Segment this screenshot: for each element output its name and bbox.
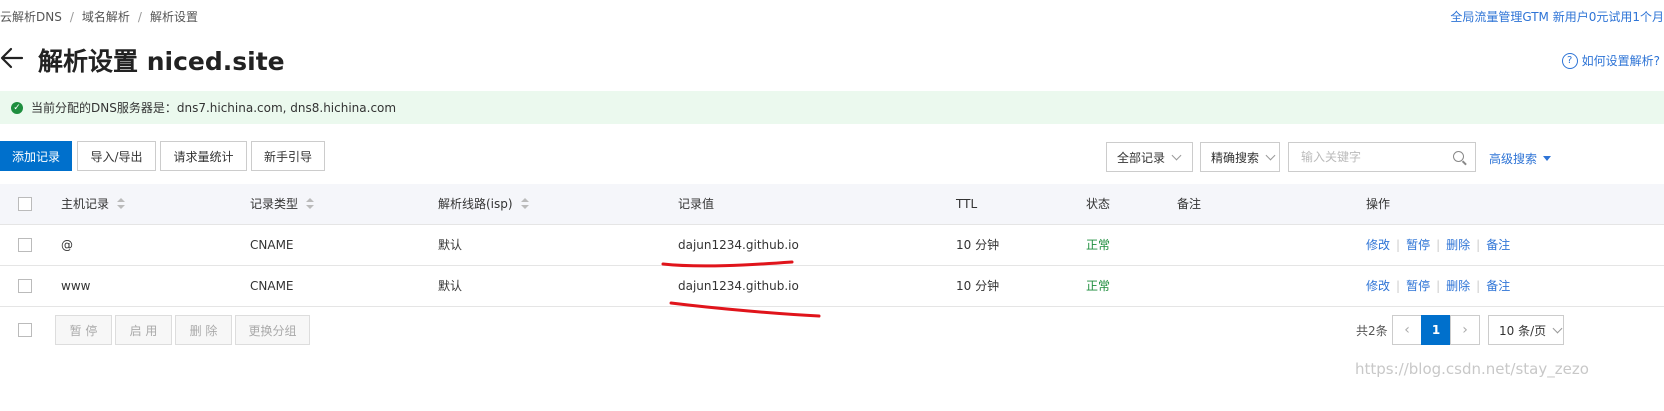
next-page-button[interactable]: › bbox=[1450, 315, 1480, 345]
chevron-down-icon bbox=[1552, 323, 1563, 334]
bulk-select-checkbox[interactable] bbox=[18, 323, 32, 337]
page-1-button[interactable]: 1 bbox=[1421, 315, 1451, 345]
red-underline-row-2 bbox=[669, 301, 821, 318]
change-group-button[interactable]: 更换分组 bbox=[235, 315, 310, 345]
bulk-enable-button[interactable]: 启 用 bbox=[115, 315, 172, 345]
page-size-value: 10 条/页 bbox=[1499, 323, 1547, 338]
page-size-select[interactable]: 10 条/页 bbox=[1488, 315, 1564, 345]
watermark: https://blog.csdn.net/stay_zezo bbox=[1355, 360, 1589, 378]
chevron-left-icon: ‹ bbox=[1404, 322, 1410, 338]
bulk-delete-button[interactable]: 删 除 bbox=[175, 315, 232, 345]
chevron-right-icon: › bbox=[1462, 322, 1468, 338]
prev-page-button[interactable]: ‹ bbox=[1392, 315, 1422, 345]
red-underline-row-1 bbox=[661, 260, 794, 268]
annotation-underlines bbox=[661, 260, 821, 318]
bulk-pause-button[interactable]: 暂 停 bbox=[55, 315, 112, 345]
total-count: 共2条 bbox=[1356, 324, 1388, 338]
